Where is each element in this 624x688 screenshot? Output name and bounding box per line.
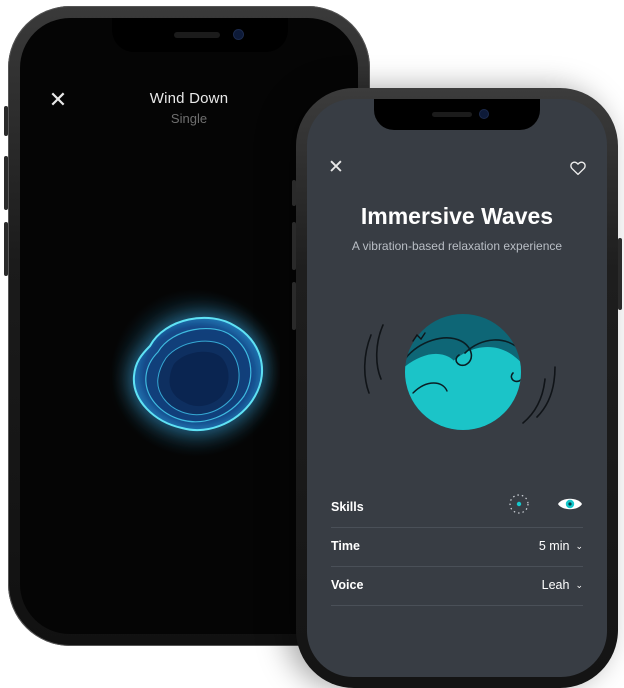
volume-up-button bbox=[292, 222, 296, 270]
close-icon[interactable]: ✕ bbox=[327, 158, 345, 177]
skill-icons bbox=[508, 493, 583, 521]
time-select[interactable]: 5 min ⌄ bbox=[539, 539, 583, 553]
front-camera bbox=[480, 110, 488, 118]
page-title: Wind Down bbox=[149, 90, 229, 107]
glowing-blob-animation bbox=[110, 288, 280, 458]
volume-down-button bbox=[4, 222, 8, 276]
voice-value: Leah bbox=[541, 578, 570, 592]
notch bbox=[112, 18, 288, 52]
front-camera bbox=[234, 30, 243, 39]
notch bbox=[374, 99, 540, 130]
page-title: Immersive Waves bbox=[360, 203, 554, 229]
volume-up-button bbox=[4, 156, 8, 210]
voice-select[interactable]: Leah ⌄ bbox=[542, 578, 583, 592]
volume-down-button bbox=[292, 282, 296, 330]
focus-dots-icon[interactable] bbox=[508, 493, 530, 515]
heart-icon[interactable] bbox=[569, 159, 587, 177]
chevron-down-icon: ⌄ bbox=[575, 541, 583, 551]
time-value: 5 min bbox=[538, 539, 570, 553]
time-label: Time bbox=[331, 539, 360, 553]
page-subtitle: A vibration-based relaxation experience bbox=[351, 239, 563, 253]
skills-row: Skills bbox=[331, 489, 583, 528]
power-button bbox=[618, 238, 622, 310]
immersive-waves-screen: ✕ Immersive Waves A vibration-based rela… bbox=[307, 99, 607, 677]
speaker bbox=[174, 32, 220, 38]
mute-switch bbox=[4, 106, 8, 136]
voice-label: Voice bbox=[331, 578, 364, 592]
chevron-down-icon: ⌄ bbox=[575, 580, 583, 590]
skills-label: Skills bbox=[331, 500, 364, 514]
mute-switch bbox=[292, 180, 296, 206]
eye-icon[interactable] bbox=[557, 493, 583, 515]
wave-icon bbox=[353, 307, 563, 437]
time-row[interactable]: Time 5 min ⌄ bbox=[331, 528, 583, 567]
phone-immersive-waves: ✕ Immersive Waves A vibration-based rela… bbox=[292, 88, 622, 688]
speaker bbox=[432, 112, 472, 117]
voice-row[interactable]: Voice Leah ⌄ bbox=[331, 567, 583, 606]
